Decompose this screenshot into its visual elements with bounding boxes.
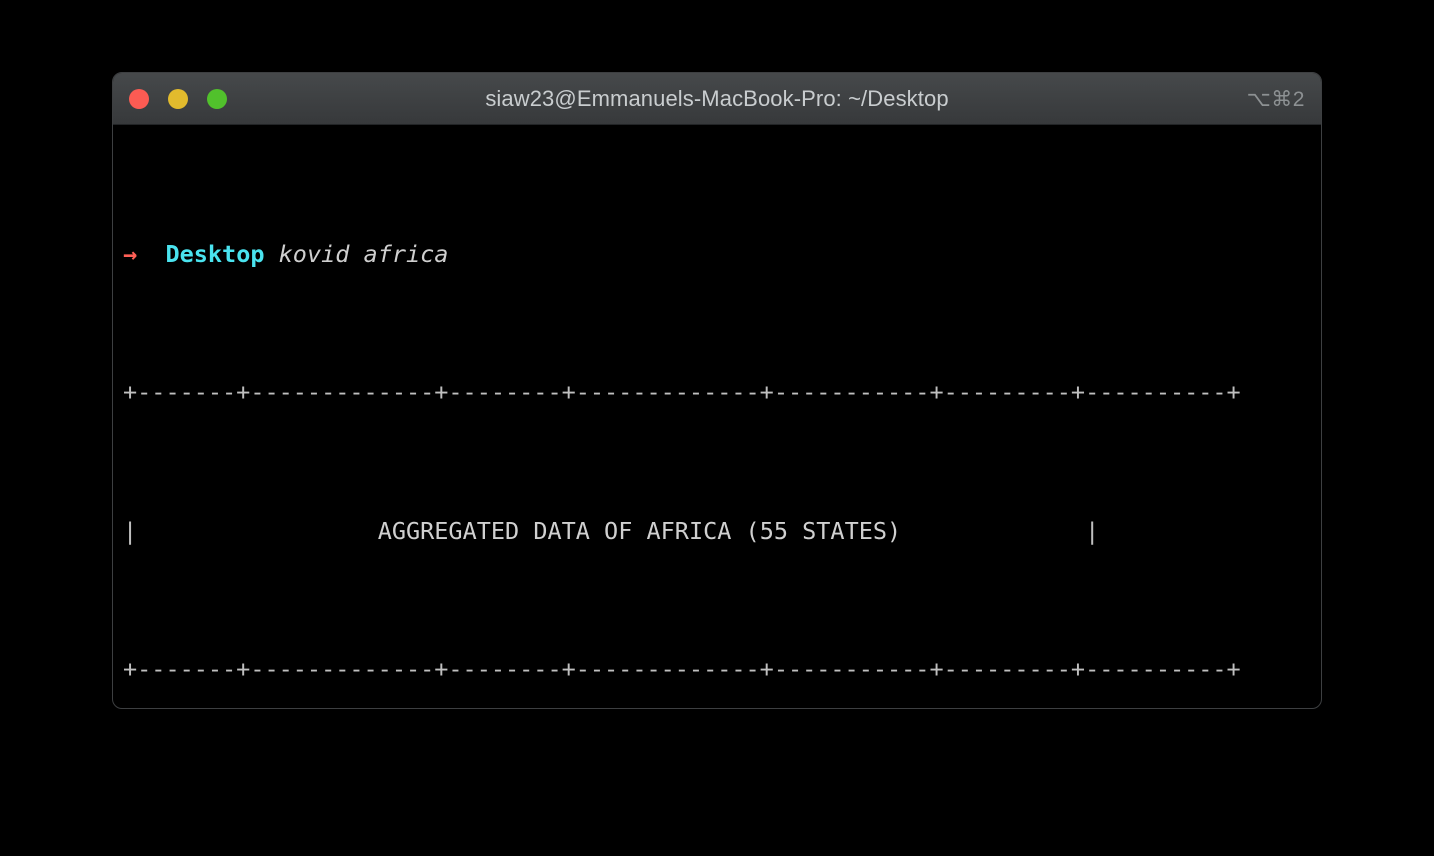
keyboard-shortcut-badge: ⌥⌘2: [1246, 88, 1305, 111]
typed-command: kovid africa: [278, 239, 449, 268]
table-border-mid-1: +-------+-------------+--------+--------…: [123, 654, 1241, 683]
command-prompt-line: → Desktop kovid africa: [123, 237, 1321, 272]
table-title-row: | AGGREGATED DATA OF AFRICA (55 STATES) …: [123, 514, 1321, 549]
table-pipe-left: |: [123, 516, 138, 545]
terminal-window: siaw23@Emmanuels-MacBook-Pro: ~/Desktop …: [112, 72, 1322, 709]
table-pipe-right: |: [1085, 516, 1100, 545]
desktop-background: siaw23@Emmanuels-MacBook-Pro: ~/Desktop …: [0, 0, 1434, 856]
window-title: siaw23@Emmanuels-MacBook-Pro: ~/Desktop: [485, 86, 949, 111]
prompt-path: Desktop: [165, 239, 265, 268]
prompt-arrow-icon: →: [123, 239, 138, 268]
terminal-title-bar[interactable]: siaw23@Emmanuels-MacBook-Pro: ~/Desktop …: [113, 73, 1321, 125]
table-title-text: AGGREGATED DATA OF AFRICA (55 STATES): [377, 516, 902, 545]
terminal-output-area[interactable]: → Desktop kovid africa +-------+--------…: [113, 125, 1321, 708]
table-border-top: +-------+-------------+--------+--------…: [123, 378, 1241, 407]
